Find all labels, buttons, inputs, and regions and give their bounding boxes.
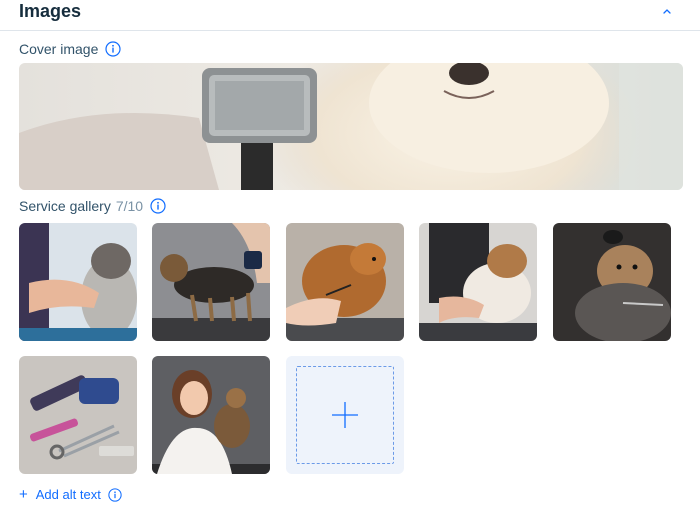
yorkshire-terrier-on-table-image bbox=[152, 223, 270, 341]
grooming-tools-flatlay-image bbox=[19, 356, 137, 474]
pomeranian-with-scissors-image bbox=[286, 223, 404, 341]
dog-with-grooming-brush-image bbox=[19, 63, 683, 190]
service-gallery-label: Service gallery bbox=[19, 198, 111, 214]
gallery-image-2[interactable] bbox=[152, 223, 270, 341]
info-icon[interactable] bbox=[150, 198, 166, 214]
gallery-count: 7/10 bbox=[115, 198, 144, 214]
gallery-image-3[interactable] bbox=[286, 223, 404, 341]
add-alt-text-link[interactable]: + Add alt text bbox=[19, 486, 122, 503]
section-title: Images bbox=[19, 1, 82, 21]
plus-icon bbox=[332, 402, 358, 428]
woman-holding-dog-image bbox=[152, 356, 270, 474]
add-gallery-image-button[interactable] bbox=[286, 356, 404, 474]
dog-being-groomed-image bbox=[19, 223, 137, 341]
gallery-image-7[interactable] bbox=[152, 356, 270, 474]
bulldog-being-brushed-image bbox=[419, 223, 537, 341]
plus-icon: + bbox=[19, 486, 28, 503]
cover-image-label: Cover image bbox=[19, 41, 99, 57]
gallery-image-5[interactable] bbox=[553, 223, 671, 341]
cover-image[interactable] bbox=[19, 63, 683, 190]
info-icon[interactable] bbox=[105, 41, 121, 57]
gallery-image-4[interactable] bbox=[419, 223, 537, 341]
cover-image-label-row: Cover image bbox=[19, 41, 121, 57]
gallery-image-1[interactable] bbox=[19, 223, 137, 341]
service-gallery-label-row: Service gallery 7/10 bbox=[19, 198, 166, 214]
gallery-image-6[interactable] bbox=[19, 356, 137, 474]
chevron-up-icon[interactable] bbox=[660, 4, 674, 18]
add-alt-text-label: Add alt text bbox=[35, 487, 101, 502]
info-icon[interactable] bbox=[108, 487, 122, 502]
yorkie-with-bow-image bbox=[553, 223, 671, 341]
images-section-header[interactable]: Images bbox=[0, 0, 700, 31]
